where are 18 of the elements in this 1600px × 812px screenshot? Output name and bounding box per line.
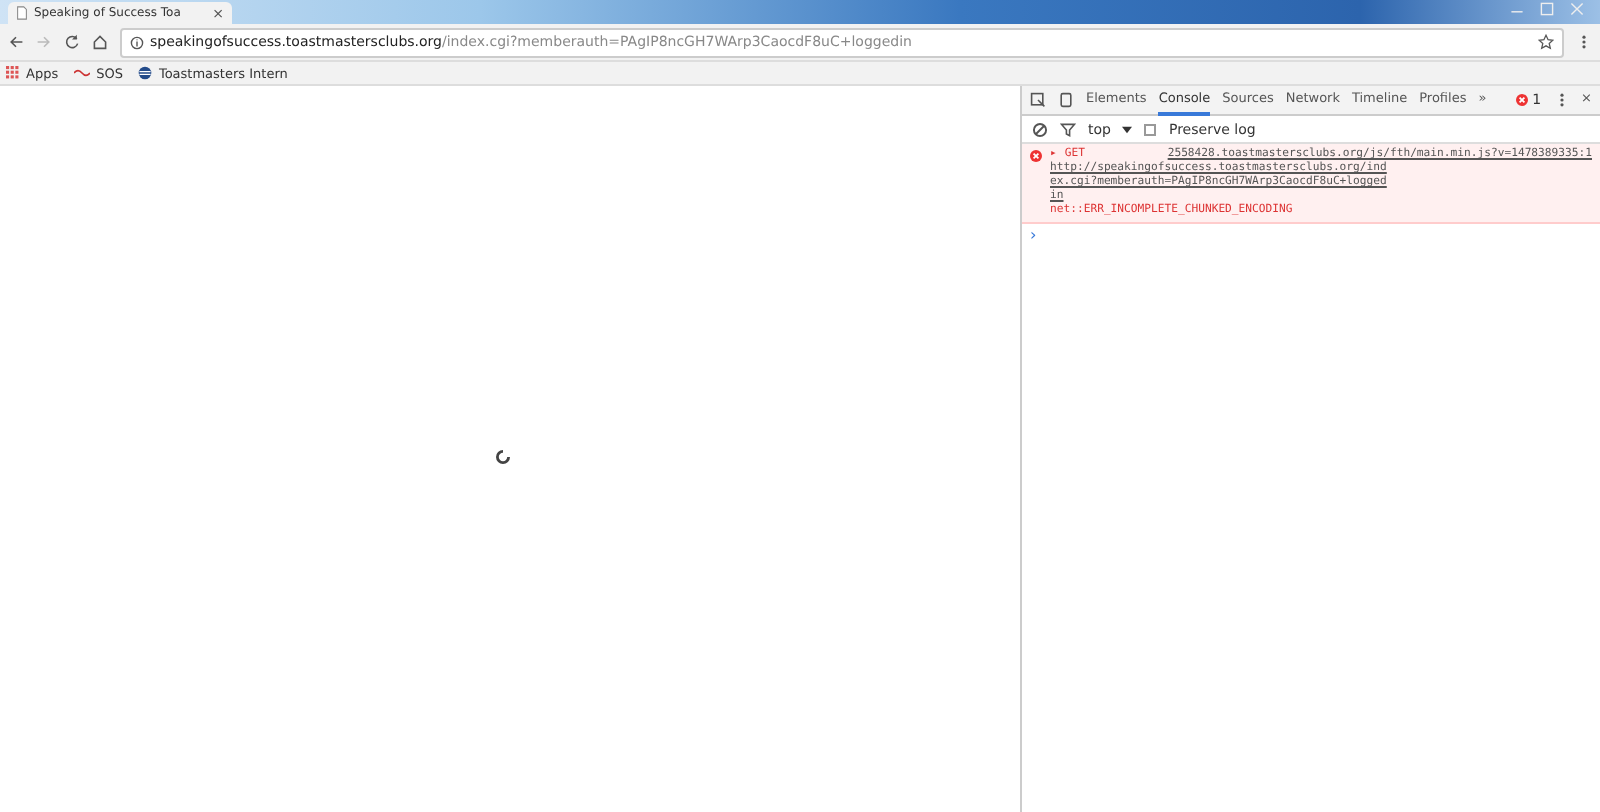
- dropdown-caret-icon[interactable]: [1122, 125, 1133, 133]
- back-icon[interactable]: [8, 34, 24, 50]
- page-icon: [16, 6, 28, 20]
- error-icon: [1030, 150, 1042, 162]
- apps-grid-icon: [6, 66, 20, 80]
- home-icon[interactable]: [92, 34, 108, 50]
- clear-icon[interactable]: [1032, 121, 1048, 137]
- globe-icon: [138, 66, 153, 80]
- reload-icon[interactable]: [64, 34, 80, 50]
- inspect-icon[interactable]: [1030, 92, 1046, 108]
- console-prompt[interactable]: ›: [1022, 224, 1600, 246]
- device-icon[interactable]: [1058, 92, 1074, 108]
- star-icon[interactable]: [1538, 34, 1554, 50]
- loading-spinner-icon: [496, 450, 510, 464]
- info-icon: [130, 35, 144, 49]
- preserve-log-checkbox[interactable]: [1144, 123, 1157, 135]
- filter-icon[interactable]: [1060, 121, 1076, 137]
- wave-icon: [74, 68, 91, 78]
